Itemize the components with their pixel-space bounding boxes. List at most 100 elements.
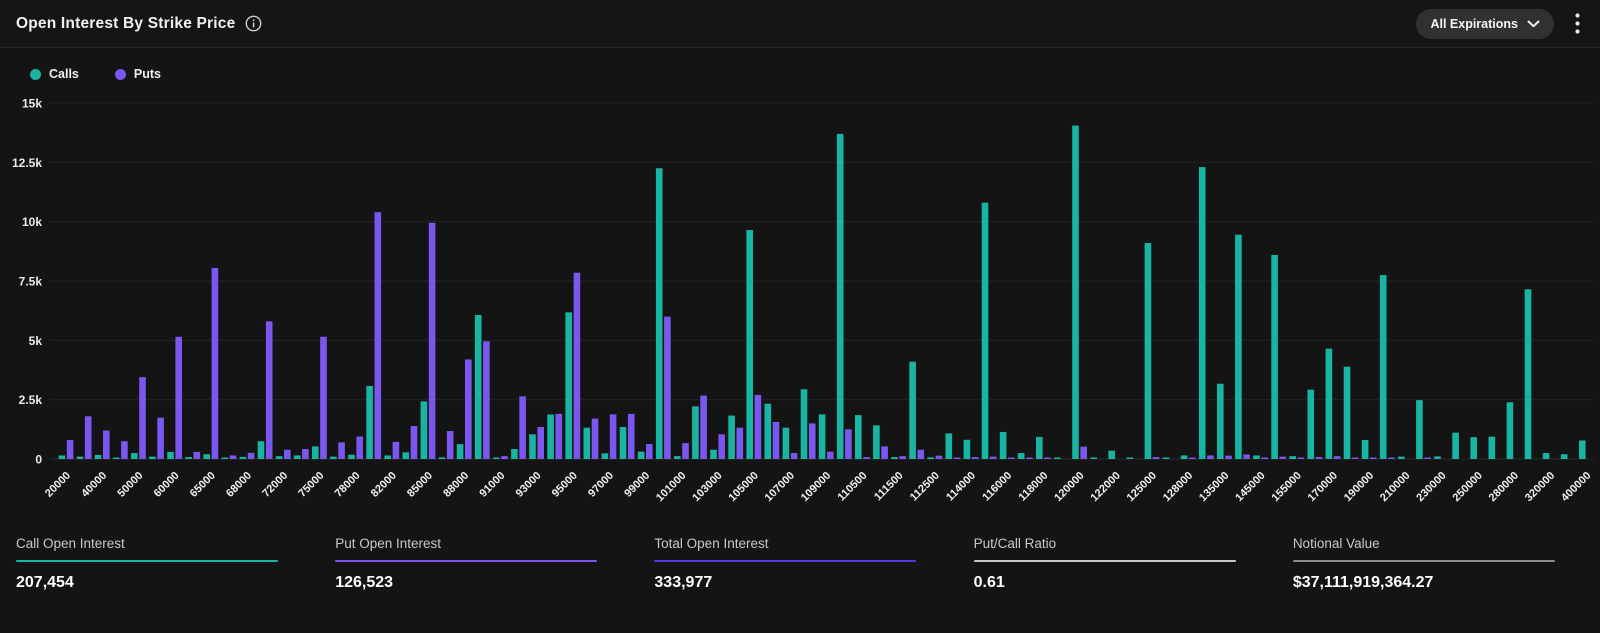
bar-put[interactable] — [827, 452, 834, 459]
bar-put[interactable] — [628, 414, 635, 459]
bar-put[interactable] — [157, 418, 164, 459]
bar-put[interactable] — [556, 414, 563, 459]
bar-put[interactable] — [393, 442, 400, 459]
bar-call[interactable] — [1289, 456, 1296, 459]
bar-call[interactable] — [765, 404, 772, 459]
bar-put[interactable] — [375, 212, 382, 459]
bar-put[interactable] — [737, 428, 744, 459]
bar-put[interactable] — [1298, 458, 1305, 460]
bar-call[interactable] — [1163, 458, 1170, 460]
bar-put[interactable] — [918, 450, 925, 459]
bar-call[interactable] — [837, 134, 844, 459]
bar-call[interactable] — [819, 414, 826, 459]
bar-put[interactable] — [1424, 458, 1431, 460]
bar-call[interactable] — [1308, 390, 1315, 459]
bar-call[interactable] — [203, 454, 210, 459]
bar-put[interactable] — [972, 457, 979, 459]
bar-put[interactable] — [592, 419, 599, 459]
bar-put[interactable] — [537, 427, 544, 459]
bar-call[interactable] — [1145, 243, 1152, 459]
bar-put[interactable] — [936, 456, 943, 459]
bar-call[interactable] — [891, 457, 898, 459]
bar-put[interactable] — [429, 223, 436, 459]
bar-call[interactable] — [946, 433, 953, 459]
bar-call[interactable] — [547, 415, 554, 460]
bar-call[interactable] — [1398, 457, 1405, 459]
bar-call[interactable] — [511, 449, 518, 459]
bar-put[interactable] — [465, 359, 472, 459]
bar-put[interactable] — [501, 456, 508, 459]
bar-put[interactable] — [1243, 454, 1250, 459]
bar-put[interactable] — [610, 414, 617, 459]
bar-call[interactable] — [1127, 458, 1134, 460]
more-menu-button[interactable] — [1568, 12, 1586, 36]
bar-put[interactable] — [1352, 458, 1359, 460]
bar-call[interactable] — [276, 456, 283, 459]
bar-call[interactable] — [330, 457, 337, 459]
bar-call[interactable] — [1525, 289, 1532, 459]
bar-call[interactable] — [710, 450, 717, 459]
bar-call[interactable] — [167, 452, 174, 459]
bar-put[interactable] — [411, 426, 418, 459]
bar-put[interactable] — [646, 444, 653, 459]
bar-put[interactable] — [1008, 458, 1015, 460]
bar-call[interactable] — [1507, 402, 1514, 459]
bar-call[interactable] — [294, 455, 301, 459]
bar-put[interactable] — [194, 452, 201, 459]
bar-put[interactable] — [175, 337, 182, 459]
bar-call[interactable] — [656, 168, 663, 459]
bar-call[interactable] — [1416, 400, 1423, 459]
bar-call[interactable] — [457, 444, 464, 459]
bar-put[interactable] — [302, 449, 309, 459]
bar-call[interactable] — [403, 452, 410, 459]
bar-put[interactable] — [718, 434, 725, 459]
bar-put[interactable] — [773, 422, 780, 459]
bar-call[interactable] — [1018, 453, 1025, 459]
bar-call[interactable] — [1235, 235, 1242, 459]
bar-put[interactable] — [338, 442, 345, 459]
bar-put[interactable] — [266, 321, 273, 459]
bar-call[interactable] — [366, 386, 373, 459]
bar-call[interactable] — [493, 458, 500, 460]
bar-put[interactable] — [1225, 456, 1232, 459]
expirations-dropdown[interactable]: All Expirations — [1416, 9, 1554, 39]
bar-put[interactable] — [139, 377, 146, 459]
bar-call[interactable] — [77, 457, 84, 459]
bar-call[interactable] — [1054, 458, 1061, 460]
bar-put[interactable] — [320, 337, 327, 459]
bar-call[interactable] — [1579, 440, 1586, 459]
bar-put[interactable] — [574, 273, 581, 459]
bar-call[interactable] — [746, 230, 753, 459]
bar-put[interactable] — [1153, 457, 1160, 459]
bar-call[interactable] — [312, 446, 319, 459]
bar-call[interactable] — [1452, 433, 1459, 459]
bar-call[interactable] — [1543, 453, 1550, 459]
bar-put[interactable] — [85, 416, 92, 459]
bar-call[interactable] — [565, 312, 572, 459]
bar-put[interactable] — [791, 453, 798, 459]
bar-call[interactable] — [59, 455, 66, 459]
bar-call[interactable] — [855, 415, 862, 459]
legend-item-puts[interactable]: Puts — [115, 67, 161, 81]
bar-call[interactable] — [783, 428, 790, 459]
bar-call[interactable] — [348, 455, 355, 459]
bar-put[interactable] — [248, 453, 255, 459]
bar-put[interactable] — [1044, 458, 1051, 460]
bar-call[interactable] — [1271, 255, 1278, 459]
bar-call[interactable] — [95, 455, 102, 459]
bar-call[interactable] — [1561, 454, 1568, 459]
info-icon[interactable] — [245, 15, 262, 32]
bar-call[interactable] — [1326, 349, 1333, 459]
bar-put[interactable] — [899, 456, 906, 459]
bar-call[interactable] — [1362, 440, 1369, 459]
bar-put[interactable] — [284, 450, 291, 459]
bar-put[interactable] — [519, 396, 526, 459]
bar-call[interactable] — [909, 362, 916, 459]
bar-call[interactable] — [692, 406, 699, 459]
bar-call[interactable] — [982, 203, 989, 459]
bar-call[interactable] — [439, 457, 446, 459]
bar-put[interactable] — [230, 455, 237, 459]
bar-put[interactable] — [1207, 455, 1214, 459]
bar-put[interactable] — [863, 457, 870, 459]
bar-call[interactable] — [185, 457, 192, 459]
